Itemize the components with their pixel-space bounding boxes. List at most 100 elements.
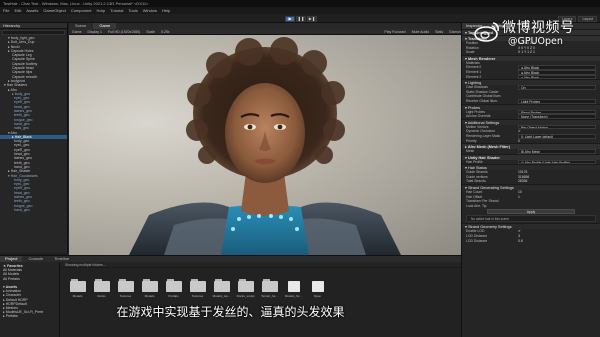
inspector-content: ▾ Tag Untagged ▾ Transform Position X 0 Y 0… [462,29,600,243]
folder-label: Textures [191,294,204,298]
watermark-channel: 微博视频号 [502,20,575,36]
property-value[interactable]: ⊙ Afro Profile (Unity Hair Profile) [518,159,596,165]
play-controls: ▶ ❚❚ ▶❚ [285,16,317,22]
folder-label: Models [144,294,155,298]
property-row: Total Strands 28336 [462,179,600,184]
property-label: Receive Global Illum. [466,98,499,103]
folder-body [189,281,206,292]
gamebar-item[interactable]: Game [72,30,82,34]
hierarchy-item[interactable]: hand_geo [0,208,67,212]
gamebar-item[interactable]: Display 1 [88,30,102,34]
project-folder-tree: ★ Favorites All Materials All Models All Pr… [0,262,60,337]
property-label: Hair Profile [466,159,483,164]
property-row: Priority 0 [462,139,600,144]
window-title: TestHair - Char Test - Windows, Mac, Lin… [3,1,149,6]
folder-icon [213,279,230,292]
folder-icon [261,279,278,292]
title-bar: TestHair - Char Test - Windows, Mac, Lin… [0,0,600,7]
menu-item-hdrp[interactable]: Hdrp [97,8,106,13]
folder-item[interactable]: Rocks_sculpt [237,279,254,298]
property-row: Look Ahe. Tip [462,204,600,209]
property-value[interactable]: 28336 [518,179,600,184]
folder-icon [117,279,134,292]
folder-body [237,281,254,292]
property-label: Total Strands [466,179,486,184]
folder-item[interactable]: Prefabs [165,279,182,298]
hierarchy-search-input[interactable] [2,30,65,35]
folder-item[interactable]: Models [141,279,158,298]
folder-item[interactable]: Models_tex... [213,279,230,298]
folder-item[interactable]: Terrain_for... [261,279,278,298]
folder-label: Textures [119,294,132,298]
folder-item[interactable]: Rocks [93,279,110,298]
gamebar-item[interactable]: Full HD (1920x1080) [108,30,140,34]
tab-scene[interactable]: Scene [69,23,93,29]
property-row: Mesh ⊞ Afro Mesh [462,149,600,154]
tab-game[interactable]: Game [93,23,117,29]
folder-item[interactable]: Textures [189,279,206,298]
folder-grid: Models Rocks Textures Models Prefabs Textures… [69,279,326,298]
gamebar-item[interactable]: 0.25x [161,30,170,34]
folder-item[interactable]: Textures [117,279,134,298]
folder-body [165,281,182,292]
folder-label: Terrain_for... [261,294,278,298]
menu-item-component[interactable]: Component [71,8,92,13]
gamebar-item[interactable]: Mute Audio [412,30,430,34]
help-box: No active hair in this scene [466,215,596,223]
asset-icon [286,279,302,292]
property-label: Look Ahe. Tip [466,203,487,208]
game-view-panel: Scene Game Game Display 1 Full HD (1920x108… [69,23,461,255]
apply-button[interactable]: Apply [487,209,575,215]
folder-body [311,281,324,292]
property-value[interactable]: None (Transform) [518,114,596,119]
folder-icon [93,279,110,292]
gamebar-item[interactable]: Gizmos [449,30,461,34]
property-row: Receive Global Illum. Light Probes [462,98,600,104]
property-value[interactable]: ● Afro Black [518,74,596,80]
folder-icon [189,279,206,292]
folder-label: Models_tex... [212,294,231,298]
folder-label: Npeo [313,294,322,298]
step-button[interactable]: ▶❚ [307,16,317,22]
hierarchy-panel: Hierarchy ▾ body_light_geo ▸ Dolt_Ums_Dup… [0,23,68,253]
game-viewport[interactable] [69,35,461,255]
menu-item-tutorial[interactable]: Tutorial [110,8,123,13]
folder-item[interactable]: Models [69,279,86,298]
pause-button[interactable]: ❚❚ [296,16,306,22]
gamebar-item[interactable]: Play Focused [384,30,405,34]
menu-item-gameobject[interactable]: GameObject [43,8,65,13]
folder-body [117,281,134,292]
project-asset-view: Showing multiple folders... Models Rocks T… [61,262,461,337]
menu-item-edit[interactable]: Edit [14,8,21,13]
property-value[interactable]: ⊞ Afro Mesh [518,149,596,154]
tab-hierarchy[interactable]: Hierarchy [0,23,67,29]
property-row: Element 2 ● Afro Black [462,74,600,80]
property-label: Mesh [466,149,475,154]
weibo-logo-icon [474,22,499,42]
menu-item-file[interactable]: File [3,8,9,13]
property-label: LOD Distance [466,238,488,243]
menu-item-tools[interactable]: Tools [128,8,137,13]
property-value[interactable] [518,204,600,209]
asset-icon [310,279,326,292]
property-row: Anchor Override None (Transform) [462,114,600,119]
property-row: Hair Profile ⊙ Afro Profile (Unity Hair P… [462,159,600,165]
project-panel: Project Console Timeline ★ Favorites All Ma… [0,255,461,337]
folder-body [287,281,300,292]
play-button[interactable]: ▶ [285,16,295,22]
asset-item[interactable]: Models_Sc... [285,279,302,298]
gamebar-item[interactable]: Scale [146,30,155,34]
menu-item-assets[interactable]: Assets [26,8,38,13]
asset-item[interactable]: Npeo [309,279,326,298]
inspector-panel: Inspector Lighting ▾ Tag Untagged ▾ Transf… [461,23,600,337]
property-value[interactable]: 0 [518,139,600,144]
breadcrumb: Showing multiple folders... [61,262,461,268]
menu-item-window[interactable]: Window [143,8,157,13]
folder-icon [69,279,86,292]
property-value[interactable]: Light Probes [518,98,596,104]
gamebar-item[interactable]: Stats [435,30,443,34]
property-value[interactable]: 0.5 [518,239,600,244]
property-row: LOD Distance 0.5 [462,239,600,244]
folder-label: Models [72,294,83,298]
menu-item-help[interactable]: Help [162,8,170,13]
